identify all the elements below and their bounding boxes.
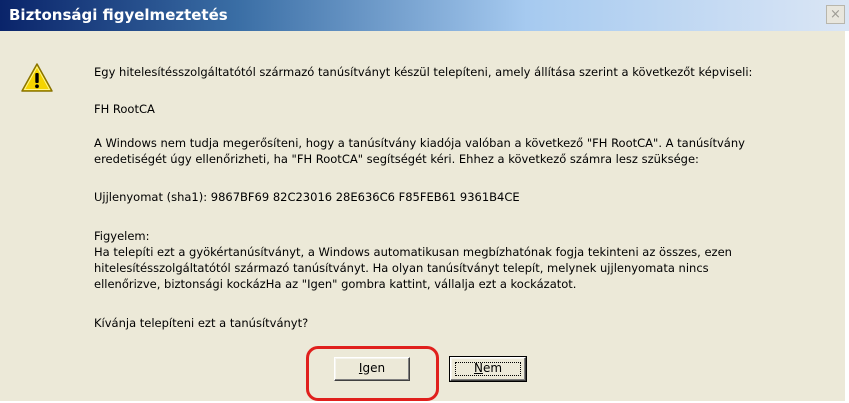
highlight-annotation: [306, 346, 439, 401]
thumbprint-text: Ujjlenyomat (sha1): 9867BF69 82C23016 28…: [94, 190, 520, 204]
warning-icon: [21, 63, 53, 92]
verify-line-1: A Windows nem tudja megerősíteni, hogy a…: [94, 136, 745, 150]
warning-line-3: ellenőrizve, biztonsági kockázHa az "Ige…: [94, 277, 577, 291]
warning-title: Figyelem:: [94, 229, 150, 243]
title-bar[interactable]: Biztonsági figyelmeztetés ×: [0, 0, 849, 31]
focus-rectangle: [455, 362, 521, 376]
warning-line-2: hitelesítésszolgáltatótól származó tanús…: [94, 261, 709, 275]
window-title: Biztonsági figyelmeztetés: [9, 6, 228, 24]
close-icon[interactable]: ×: [826, 5, 845, 24]
intro-text: Egy hitelesítésszolgáltatótól származó t…: [94, 65, 753, 79]
security-warning-dialog: Biztonsági figyelmeztetés × Egy hitelesí…: [0, 0, 849, 401]
no-button[interactable]: Nem: [449, 356, 527, 382]
warning-line-1: Ha telepíti ezt a gyökértanúsítványt, a …: [94, 245, 732, 259]
ca-name-text: FH RootCA: [94, 102, 155, 116]
verify-line-2: eredetiségét úgy ellenőrizheti, ha "FH R…: [94, 152, 699, 166]
question-text: Kívánja telepíteni ezt a tanúsítványt?: [94, 316, 309, 330]
